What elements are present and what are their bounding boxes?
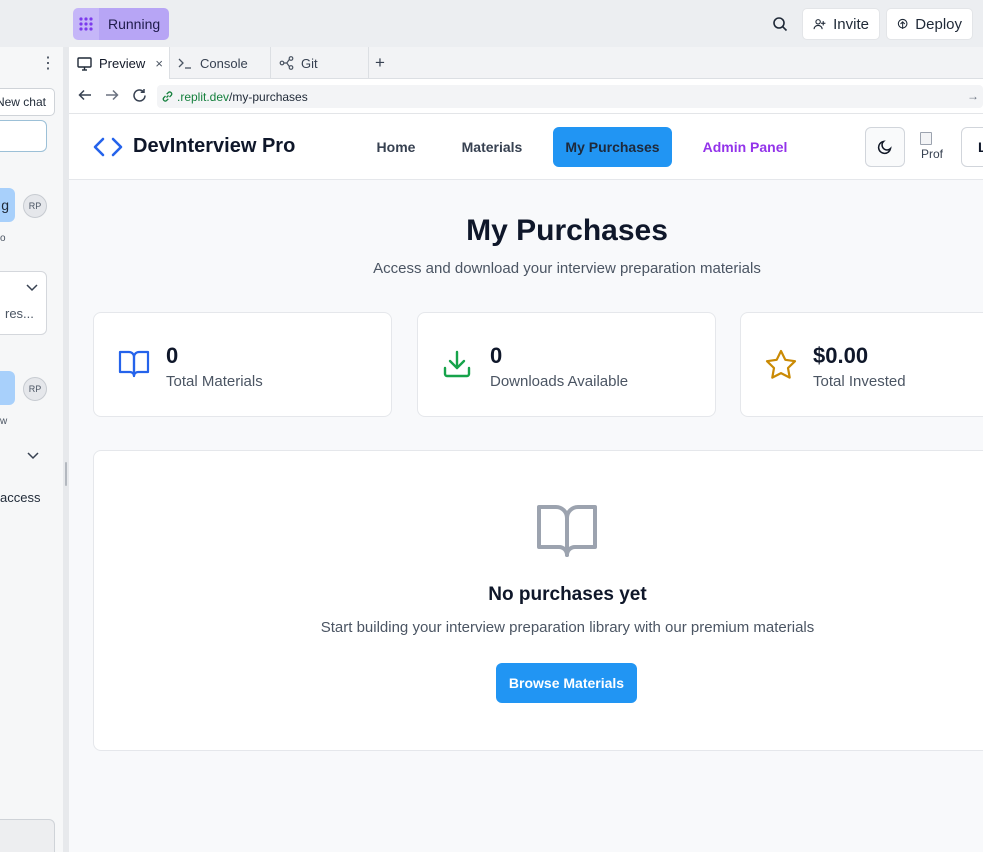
code-brackets-icon xyxy=(93,137,123,156)
chat-message-text: access xyxy=(0,490,41,505)
page-title: My Purchases xyxy=(466,214,668,247)
search-icon[interactable] xyxy=(769,13,791,35)
chat-search-input[interactable] xyxy=(0,120,47,152)
chat-card-text: res... xyxy=(5,306,34,321)
url-path: /my-purchases xyxy=(229,89,308,104)
stat-label: Downloads Available xyxy=(490,373,629,390)
workspace-topbar: Running Invite Deploy xyxy=(0,0,983,47)
stat-value: 0 xyxy=(490,343,503,368)
stat-value: 0 xyxy=(166,343,179,368)
forward-arrow-icon[interactable] xyxy=(105,88,119,102)
brand-logo[interactable]: DevInterview Pro xyxy=(93,135,295,158)
replit-grid-icon xyxy=(73,8,99,40)
chevron-down-icon[interactable] xyxy=(27,452,39,460)
new-chat-button[interactable]: New chat xyxy=(0,88,55,116)
page-subtitle: Access and download your interview prepa… xyxy=(373,260,761,277)
nav-home[interactable]: Home xyxy=(367,127,425,167)
chat-message-caption: w xyxy=(0,416,8,427)
add-tab-icon[interactable]: + xyxy=(375,53,385,73)
profile-alt-text: Prof xyxy=(921,147,944,161)
download-icon xyxy=(443,350,471,378)
profile-avatar[interactable]: Prof xyxy=(920,132,952,164)
deploy-icon xyxy=(897,18,908,29)
tab-label: Git xyxy=(301,55,318,71)
url-input[interactable]: .replit.dev/my-purchases → xyxy=(157,85,983,108)
run-status-label: Running xyxy=(99,8,170,40)
chat-message-caption: o xyxy=(0,233,6,244)
preview-url-bar: .replit.dev/my-purchases → xyxy=(69,79,983,114)
nav-materials[interactable]: Materials xyxy=(454,127,530,167)
stat-label: Total Materials xyxy=(166,373,263,390)
deploy-button[interactable]: Deploy xyxy=(886,8,973,40)
broken-image-icon xyxy=(920,132,932,145)
app-preview: DevInterview Pro Home Materials My Purch… xyxy=(69,114,983,852)
star-icon xyxy=(765,349,797,379)
chevron-down-icon xyxy=(26,284,38,292)
deploy-label: Deploy xyxy=(915,15,962,33)
moon-icon xyxy=(877,140,892,155)
run-status-badge[interactable]: Running xyxy=(73,8,170,40)
avatar: RP xyxy=(23,377,47,401)
empty-state-title: No purchases yet xyxy=(488,584,647,605)
stat-card-total-materials: 0 Total Materials xyxy=(93,312,392,417)
invite-label: Invite xyxy=(833,15,869,33)
app-header: DevInterview Pro Home Materials My Purch… xyxy=(69,114,983,180)
stat-card-total-invested: $0.00 Total Invested xyxy=(740,312,983,417)
tab-preview[interactable]: Preview × xyxy=(69,47,170,80)
stat-value: $0.00 xyxy=(813,343,869,368)
browse-materials-button[interactable]: Browse Materials xyxy=(496,663,637,703)
agent-chat-panel: ⋮ New chat g RP o res... RP w access xyxy=(0,47,63,852)
avatar: RP xyxy=(23,194,47,218)
empty-state-card: No purchases yet Start building your int… xyxy=(93,450,983,751)
git-icon xyxy=(279,56,294,70)
stat-label: Total Invested xyxy=(813,373,906,390)
monitor-icon xyxy=(77,56,92,71)
link-icon xyxy=(162,91,173,102)
tab-label: Preview xyxy=(99,56,146,71)
tab-git[interactable]: Git xyxy=(271,47,369,79)
more-options-icon[interactable]: ⋮ xyxy=(40,53,56,73)
nav-my-purchases[interactable]: My Purchases xyxy=(553,127,672,167)
chat-message-bubble xyxy=(0,371,15,405)
tab-console[interactable]: Console xyxy=(170,47,271,79)
theme-toggle-button[interactable] xyxy=(865,127,905,167)
book-open-icon xyxy=(118,350,150,378)
back-arrow-icon[interactable] xyxy=(78,88,92,102)
empty-state-text: Start building your interview preparatio… xyxy=(320,619,815,636)
chat-message-bubble: g xyxy=(0,188,15,222)
brand-name: DevInterview Pro xyxy=(133,135,296,157)
book-open-icon xyxy=(537,505,597,557)
refresh-icon[interactable] xyxy=(132,88,147,103)
url-host: .replit.dev xyxy=(177,89,230,104)
chat-input-box[interactable] xyxy=(0,819,55,852)
login-button[interactable]: L xyxy=(961,127,983,167)
invite-button[interactable]: Invite xyxy=(802,8,880,40)
add-user-icon xyxy=(813,19,826,30)
open-external-icon[interactable]: → xyxy=(967,89,979,103)
chat-collapsible-card[interactable]: res... xyxy=(0,271,47,335)
pane-tab-bar: Preview × Console Git + xyxy=(69,47,983,80)
tab-label: Console xyxy=(200,55,248,71)
terminal-icon xyxy=(178,58,191,69)
nav-admin-panel[interactable]: Admin Panel xyxy=(695,127,795,167)
close-icon[interactable]: × xyxy=(155,56,163,71)
stat-card-downloads: 0 Downloads Available xyxy=(417,312,716,417)
